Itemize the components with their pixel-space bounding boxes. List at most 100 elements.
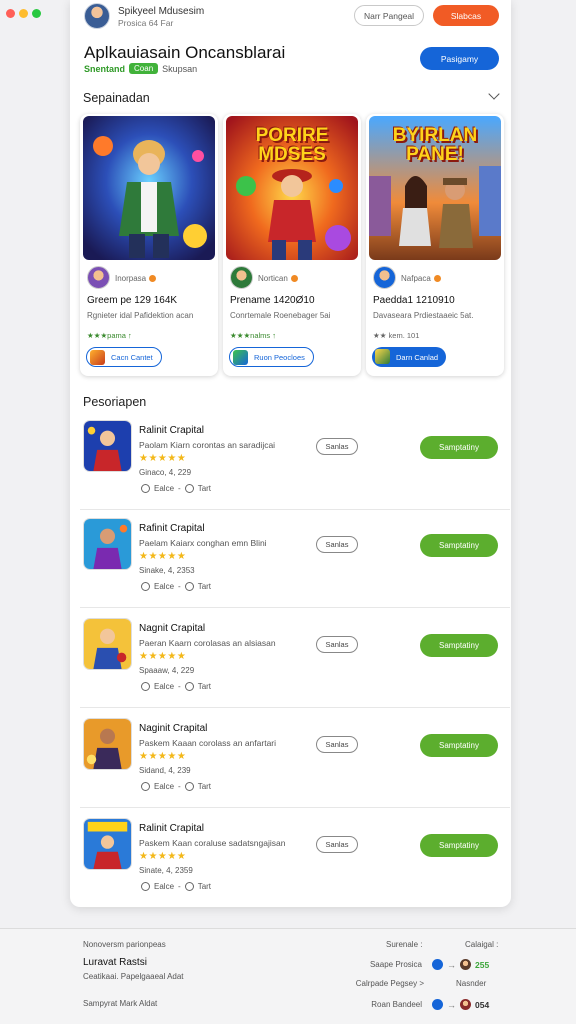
heart-icon[interactable] xyxy=(141,682,150,691)
footer-row[interactable]: Calrpade Pegsey > Nasnder xyxy=(352,979,487,988)
item-title: Ralinit Crapital xyxy=(139,425,205,436)
item-actions: Ealce - Tart xyxy=(141,782,211,791)
secondary-button[interactable]: Sanlas xyxy=(316,736,358,753)
developer-avatar xyxy=(87,266,110,289)
footer-row[interactable]: Saape Prosica → 255 xyxy=(352,959,489,970)
like-label[interactable]: Ealce xyxy=(154,682,174,691)
like-label[interactable]: Ealce xyxy=(154,782,174,791)
top-primary-button[interactable]: Slabcas xyxy=(433,5,499,26)
featured-card[interactable]: PORIRE MDSES Nortican Prename 1420Ø10 Co… xyxy=(223,114,361,376)
like-label[interactable]: Ealce xyxy=(154,582,174,591)
install-button[interactable]: Samptatiny xyxy=(420,634,498,657)
heart-icon[interactable] xyxy=(141,882,150,891)
close-window-dot[interactable] xyxy=(6,9,15,18)
featured-card[interactable]: BYIRLAN PANE! Nafpaca Paedda1 1210910 Da… xyxy=(366,114,504,376)
list-item[interactable]: Rafinit Crapital Paelam Kaiarx conghan e… xyxy=(80,510,510,608)
divider xyxy=(80,607,510,608)
item-description: Paskem Kaaan corolass an anfartari xyxy=(139,738,277,748)
footer-row-value: 255 xyxy=(475,959,490,970)
game-thumbnail xyxy=(83,420,132,472)
secondary-button[interactable]: Sanlas xyxy=(316,636,358,653)
heart-icon[interactable] xyxy=(141,782,150,791)
game-thumbnail xyxy=(83,518,132,570)
featured-cta-button[interactable]: Darn Canlad xyxy=(372,347,447,367)
list-item[interactable]: Ralinit Crapital Paolam Kiarn corontas a… xyxy=(80,412,510,510)
popular-heading: Pesoriapen xyxy=(83,395,147,409)
developer-name: Nortican xyxy=(258,274,298,283)
bookmark-icon[interactable] xyxy=(184,484,194,493)
item-title: Nagnit Crapital xyxy=(139,623,206,634)
item-stats: Spaaaw, 4, 229 xyxy=(139,666,195,675)
install-button[interactable]: Samptatiny xyxy=(420,834,498,857)
footer-row[interactable]: Roan Bandeel → 054 xyxy=(352,999,489,1010)
save-label[interactable]: Tart xyxy=(198,484,211,493)
secondary-button[interactable]: Sanlas xyxy=(316,836,358,853)
list-item[interactable]: Naginit Crapital Paskem Kaaan corolass a… xyxy=(80,710,510,808)
bookmark-icon[interactable] xyxy=(184,682,194,691)
save-label[interactable]: Tart xyxy=(198,582,211,591)
divider xyxy=(80,807,510,808)
game-title: Greem pe 129 164K xyxy=(87,295,178,306)
save-label[interactable]: Tart xyxy=(198,882,211,891)
like-label[interactable]: Ealce xyxy=(154,484,174,493)
install-button[interactable]: Samptatiny xyxy=(420,734,498,757)
minimize-window-dot[interactable] xyxy=(19,9,28,18)
footer-column-header: Surenale : xyxy=(386,940,423,949)
chevron-down-icon[interactable] xyxy=(488,88,500,100)
game-icon xyxy=(233,350,248,365)
heart-icon[interactable] xyxy=(141,582,150,591)
game-description: Rgnieter idal Pafidektion acan xyxy=(87,311,194,320)
save-label[interactable]: Tart xyxy=(198,782,211,791)
game-artwork: BYIRLAN PANE! xyxy=(369,116,501,260)
footer-row-label: Saape Prosica xyxy=(369,960,422,969)
bookmark-icon[interactable] xyxy=(184,582,194,591)
header-primary-button[interactable]: Pasigamy xyxy=(420,47,499,70)
cta-label: Ruon Peocloes xyxy=(254,352,305,362)
app-meta: Snentand Coan Skupsan xyxy=(84,63,197,74)
account-avatar[interactable] xyxy=(84,3,110,29)
game-title: Prename 1420Ø10 xyxy=(230,295,315,306)
bookmark-icon[interactable] xyxy=(184,882,194,891)
secondary-button[interactable]: Sanlas xyxy=(316,438,358,455)
support-link[interactable]: Skupsan xyxy=(162,64,197,74)
footer-caption: Nonoversm parionpeas xyxy=(83,940,166,949)
game-title: Paedda1 1210910 xyxy=(373,295,455,306)
featured-carousel: Inorpasa Greem pe 129 164K Rgnieter idal… xyxy=(80,114,504,378)
developer-name: Nafpaca xyxy=(401,274,441,283)
list-item[interactable]: Nagnit Crapital Paeran Kaarn corolasas a… xyxy=(80,610,510,708)
game-artwork xyxy=(83,116,215,260)
top-outline-button[interactable]: Narr Pangeal xyxy=(354,5,424,26)
secondary-button[interactable]: Sanlas xyxy=(316,536,358,553)
avatar xyxy=(460,999,471,1010)
account-name: Spikyeel Mdusesim xyxy=(118,6,205,17)
featured-card[interactable]: Inorpasa Greem pe 129 164K Rgnieter idal… xyxy=(80,114,218,376)
window-controls xyxy=(6,9,41,18)
game-thumbnail xyxy=(83,618,132,670)
game-artwork: PORIRE MDSES xyxy=(226,116,358,260)
cta-label: Darn Canlad xyxy=(396,352,439,362)
item-actions: Ealce - Tart xyxy=(141,882,211,891)
footer-row-value: 054 xyxy=(475,999,490,1010)
footer-link[interactable]: Sampyrat Mark Aldat xyxy=(83,999,157,1008)
account-subtitle: Prosica 64 Far xyxy=(118,18,174,28)
save-label[interactable]: Tart xyxy=(198,682,211,691)
arrow-right-icon: → xyxy=(447,999,456,1010)
game-poster-title: PORIRE MDSES xyxy=(255,125,329,165)
bookmark-icon[interactable] xyxy=(184,782,194,791)
item-actions: Ealce - Tart xyxy=(141,484,211,493)
install-button[interactable]: Samptatiny xyxy=(420,534,498,557)
footer-title: Luravat Rastsi xyxy=(83,957,147,968)
maximize-window-dot[interactable] xyxy=(32,9,41,18)
like-label[interactable]: Ealce xyxy=(154,882,174,891)
item-actions: Ealce - Tart xyxy=(141,582,211,591)
install-button[interactable]: Samptatiny xyxy=(420,436,498,459)
developer-link[interactable]: Snentand xyxy=(84,64,125,74)
footer: Nonoversm parionpeas Luravat Rastsi Ceat… xyxy=(0,929,576,1024)
heart-icon[interactable] xyxy=(141,484,150,493)
item-title: Naginit Crapital xyxy=(139,723,208,734)
game-icon xyxy=(90,350,105,365)
featured-cta-button[interactable]: Ruon Peocloes xyxy=(229,347,314,367)
rating-stars: ★★★★★ xyxy=(139,851,187,862)
featured-cta-button[interactable]: Cacn Cantet xyxy=(86,347,162,367)
list-item[interactable]: Ralinit Crapital Paskem Kaan coraluse sa… xyxy=(80,810,500,908)
